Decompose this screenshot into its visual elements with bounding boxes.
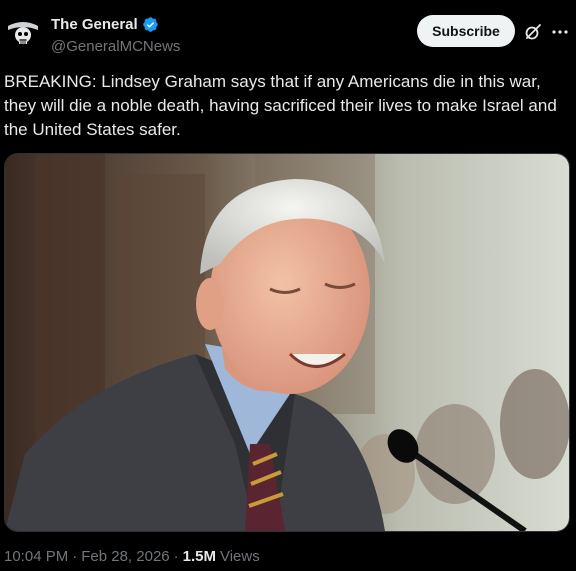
- author-name-row[interactable]: The General: [51, 16, 159, 33]
- tweet-photo[interactable]: [4, 153, 570, 532]
- views-count: 1.5M: [182, 548, 216, 565]
- tweet-meta: 10:04 PM · Feb 28, 2026 · 1.5M Views: [4, 548, 260, 565]
- meta-separator: ·: [72, 548, 78, 565]
- meta-separator: ·: [173, 548, 179, 565]
- subscribe-button[interactable]: Subscribe: [417, 15, 515, 47]
- more-icon[interactable]: [550, 22, 570, 42]
- tweet-date[interactable]: Feb 28, 2026: [81, 548, 169, 565]
- author-display-name[interactable]: The General: [51, 16, 138, 33]
- verified-badge-icon: [142, 17, 158, 32]
- views-label: Views: [219, 548, 260, 565]
- grok-icon[interactable]: [523, 22, 543, 42]
- avatar[interactable]: [4, 14, 42, 52]
- tweet-time[interactable]: 10:04 PM: [4, 548, 68, 565]
- author-handle[interactable]: @GeneralMCNews: [51, 38, 180, 55]
- tweet-text: BREAKING: Lindsey Graham says that if an…: [4, 72, 557, 139]
